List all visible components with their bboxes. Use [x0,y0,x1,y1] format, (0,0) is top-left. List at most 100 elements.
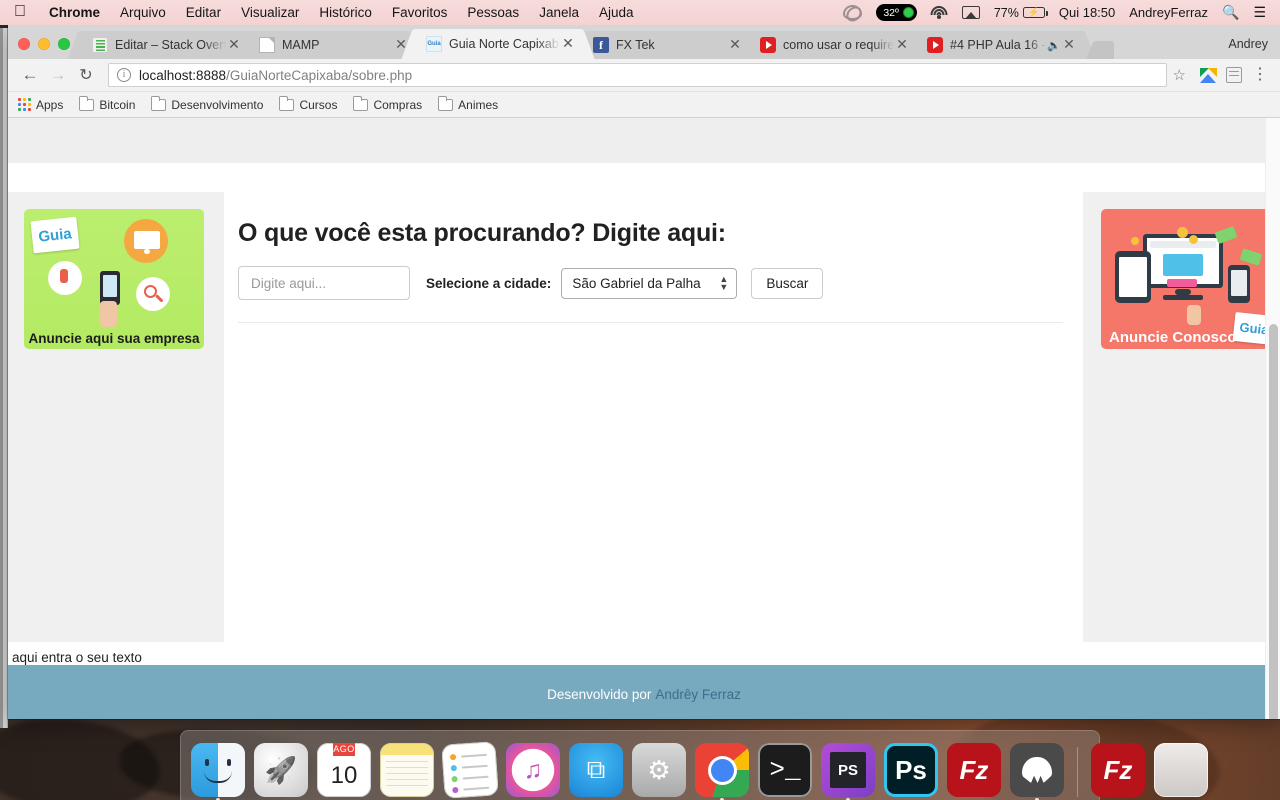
tab-audio-playing-icon[interactable]: 🔈 [1047,39,1061,52]
dock-item-calendar[interactable]: AGO 10 [317,743,371,797]
battery-status[interactable]: 77% ⚡ [994,6,1048,20]
menu-item-visualizar[interactable]: Visualizar [231,5,309,20]
dock-item-reminders[interactable] [441,741,499,799]
city-select-label: Selecione a cidade: [426,275,552,291]
bookmark-label: Animes [458,97,499,112]
filezilla-icon: Fz [1091,743,1145,797]
browser-tab-como-usar-require[interactable]: como usar o require pa ✕ [748,31,916,59]
temperature-status[interactable]: 32º [876,4,917,21]
menu-item-chrome[interactable]: Chrome [39,5,110,20]
spotlight-search-icon[interactable]: 🔍 [1222,4,1239,21]
wifi-icon[interactable] [930,6,948,19]
reload-icon[interactable]: ↻ [72,61,100,89]
dock-item-finder[interactable] [191,743,245,800]
menu-item-arquivo[interactable]: Arquivo [110,5,176,20]
dock-item-launchpad[interactable] [254,743,308,797]
launchpad-icon [254,743,308,797]
footer-author-link[interactable]: Andrêy Ferraz [655,687,741,702]
browser-tab-mamp[interactable]: MAMP ✕ [247,31,415,59]
menu-bar-clock[interactable]: Qui 18:50 [1059,5,1115,20]
facebook-icon: f [593,37,609,53]
airplay-icon[interactable] [961,6,980,19]
close-tab-icon[interactable]: ✕ [1061,37,1077,53]
page-content-row: Guia Anuncie aqui sua empresa O que você… [8,192,1280,642]
dock-item-itunes[interactable] [506,743,560,797]
google-drive-icon[interactable] [1196,63,1220,87]
search-submit-button[interactable]: Buscar [751,267,824,299]
info-circle-icon[interactable]: i [117,68,131,82]
menu-item-janela[interactable]: Janela [529,5,589,20]
ad-left[interactable]: Guia Anuncie aqui sua empresa [24,209,204,349]
bookmark-desenvolvimento[interactable]: Desenvolvimento [151,96,264,112]
menu-item-favoritos[interactable]: Favoritos [382,5,458,20]
dock-item-filezilla[interactable]: Fz [947,743,1001,797]
search-input[interactable]: Digite aqui... [238,266,410,300]
back-arrow-icon[interactable]: ← [16,61,44,89]
apple-logo-icon[interactable]:  [0,3,39,20]
bookmark-label: Compras [373,97,423,112]
cube-extension-icon[interactable] [1222,63,1246,87]
bookmark-compras[interactable]: Compras [353,96,423,112]
bookmark-label: Apps [36,97,64,112]
status-dot-icon [902,7,914,18]
background-window-sliver[interactable] [0,28,8,728]
guia-logo-badge: Guia [30,216,80,254]
profile-name-label[interactable]: Andrey [1228,37,1268,51]
sequel-pro-icon [1010,743,1064,797]
maximize-window-button[interactable] [58,38,70,50]
bookmark-apps[interactable]: Apps [18,98,63,112]
dock-item-filezilla-downloads[interactable]: Fz [1091,743,1145,797]
page-body-text: aqui entra o seu texto [8,642,1280,665]
bookmark-bitcoin[interactable]: Bitcoin [79,96,136,112]
menu-item-ajuda[interactable]: Ajuda [589,5,644,20]
dock-item-terminal[interactable]: >_ [758,743,812,797]
folder-icon [79,96,95,111]
dock-item-notes[interactable] [380,743,434,797]
close-window-button[interactable] [18,38,30,50]
city-select[interactable]: São Gabriel da Palha ▲ ▼ [561,267,738,299]
page-scrollbar-thumb[interactable] [1269,324,1278,719]
menu-item-editar[interactable]: Editar [176,5,231,20]
dock-item-app-store[interactable]: ⧉ [569,743,623,797]
footer-prefix: Desenvolvido por [547,687,652,702]
new-tab-button[interactable] [1088,39,1114,59]
bookmark-label: Desenvolvimento [171,97,264,112]
dock-item-system-preferences[interactable]: ⚙ [632,743,686,797]
content-divider [238,322,1063,323]
dock-item-trash[interactable] [1154,743,1208,797]
page-scrollbar[interactable] [1265,118,1280,719]
creative-cloud-icon[interactable] [843,5,863,20]
star-icon[interactable]: ☆ [1173,66,1186,84]
dock-item-sequel-pro[interactable] [1010,743,1064,800]
bookmark-animes[interactable]: Animes [437,96,499,112]
dock-separator [1077,747,1078,797]
calendar-icon: AGO 10 [317,743,371,797]
dock-item-chrome[interactable] [695,743,749,800]
address-bar[interactable]: i localhost:8888/GuiaNorteCapixaba/sobre… [108,63,1167,87]
menu-bar-user[interactable]: AndreyFerraz [1129,5,1208,20]
menu-item-pessoas[interactable]: Pessoas [457,5,529,20]
bookmark-cursos[interactable]: Cursos [279,96,338,112]
bookmark-label: Cursos [299,97,338,112]
forward-arrow-icon[interactable]: → [44,61,72,89]
close-tab-icon[interactable]: ✕ [560,36,576,52]
browser-tab-fx-tek[interactable]: f FX Tek ✕ [581,31,749,59]
ad-right[interactable]: Guia Anuncie Conosco [1101,209,1280,349]
tab-title: #4 PHP Aula 16 - In [950,38,1047,52]
chevron-updown-icon: ▲ ▼ [719,274,729,292]
ad-left-caption: Anuncie aqui sua empresa [28,331,200,346]
search-input-placeholder: Digite aqui... [251,275,327,291]
menu-item-historico[interactable]: Histórico [309,5,382,20]
menu-bar-status-area: 32º 77% ⚡ Qui 18:50 AndreyFerraz 🔍 ☰ [843,4,1272,21]
left-sidebar: Guia Anuncie aqui sua empresa [8,192,224,642]
bookmark-label: Bitcoin [99,97,136,112]
notification-center-icon[interactable]: ☰ [1253,4,1266,21]
browser-tab-php-aula-16[interactable]: #4 PHP Aula 16 - In 🔈 ✕ [915,31,1083,59]
browser-tab-stack-overflow[interactable]: Editar – Stack Overflow ✕ [80,31,248,59]
filezilla-icon: Fz [947,743,1001,797]
minimize-window-button[interactable] [38,38,50,50]
browser-tab-guia-norte-capixaba[interactable]: Guia Guia Norte Capixaba ✕ [414,29,582,59]
dock-item-phpstorm[interactable] [821,743,875,800]
kebab-menu-icon[interactable]: ⋮ [1248,63,1272,87]
dock-item-photoshop[interactable]: Ps [884,743,938,797]
